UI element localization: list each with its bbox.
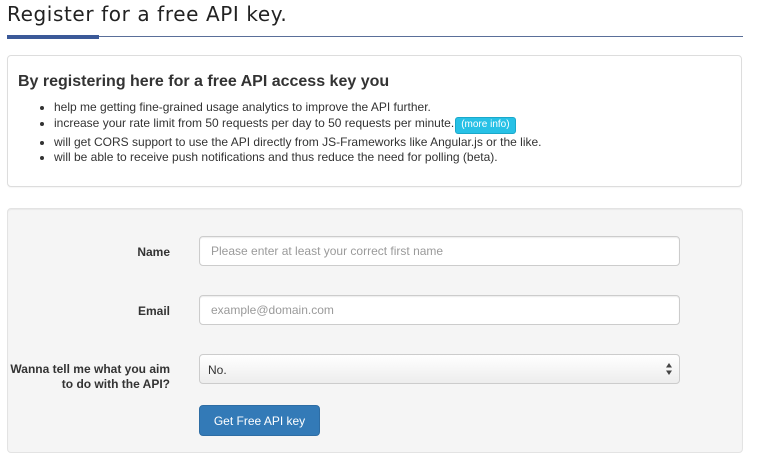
list-item: will get CORS support to use the API dir… (54, 135, 542, 150)
benefit-push: will be able to receive push notificatio… (54, 150, 498, 164)
benefit-rate-limit: increase your rate limit from 50 request… (54, 115, 455, 130)
benefits-heading: By registering here for a free API acces… (18, 73, 390, 90)
aim-select-value: No. (208, 363, 227, 377)
list-item: will be able to receive push notificatio… (54, 150, 542, 165)
title-divider-accent (7, 35, 99, 39)
select-arrows-icon (666, 363, 672, 375)
get-api-key-button[interactable]: Get Free API key (199, 405, 320, 436)
page-title: Register for a free API key. (7, 2, 288, 26)
name-input[interactable] (199, 236, 680, 266)
aim-label: Wanna tell me what you aim to do with th… (10, 362, 170, 391)
more-info-link[interactable]: (more info) (455, 116, 516, 134)
email-label: Email (137, 304, 170, 318)
email-input[interactable] (199, 295, 680, 325)
aim-select[interactable]: No. (199, 354, 680, 384)
title-divider (7, 36, 743, 37)
list-item: help me getting fine-grained usage analy… (54, 100, 542, 115)
benefits-list: help me getting fine-grained usage analy… (28, 100, 542, 166)
benefits-panel: By registering here for a free API acces… (7, 55, 742, 187)
register-form: Name Email Wanna tell me what you aim to… (7, 208, 743, 453)
benefit-analytics: help me getting fine-grained usage analy… (54, 100, 431, 114)
benefit-cors: will get CORS support to use the API dir… (54, 134, 542, 149)
list-item: increase your rate limit from 50 request… (54, 116, 542, 134)
name-label: Name (137, 245, 170, 259)
